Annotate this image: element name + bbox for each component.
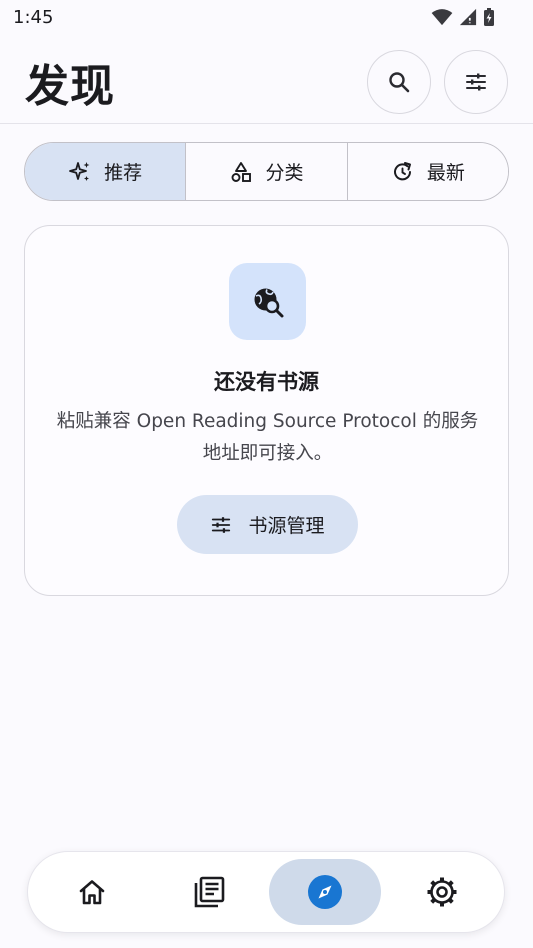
sparkle-icon bbox=[69, 161, 90, 181]
empty-state-icon-container bbox=[229, 263, 306, 340]
source-management-label: 书源管理 bbox=[248, 515, 325, 537]
tab-label: 最新 bbox=[426, 162, 465, 184]
status-time: 1:45 bbox=[13, 7, 54, 28]
tab-latest[interactable]: 最新 bbox=[347, 143, 508, 200]
signal-icon bbox=[459, 8, 477, 26]
refresh-icon bbox=[393, 161, 411, 180]
battery-icon bbox=[484, 8, 494, 26]
nav-discover[interactable] bbox=[269, 859, 381, 925]
gear-icon bbox=[427, 877, 457, 907]
nav-settings[interactable] bbox=[386, 859, 498, 925]
status-icons bbox=[431, 7, 495, 27]
search-icon bbox=[389, 72, 410, 93]
compass-icon bbox=[308, 875, 342, 909]
home-icon bbox=[79, 880, 105, 905]
empty-state-title: 还没有书源 bbox=[214, 370, 319, 394]
library-icon bbox=[194, 876, 225, 908]
discover-tabs: 推荐 分类 最新 bbox=[24, 142, 509, 201]
app-header: 发现 bbox=[0, 36, 533, 124]
search-button[interactable] bbox=[367, 50, 431, 114]
wifi-icon bbox=[431, 9, 453, 26]
status-bar: 1:45 bbox=[0, 0, 533, 36]
nav-library[interactable] bbox=[153, 859, 265, 925]
tune-icon bbox=[466, 73, 486, 91]
filter-settings-button[interactable] bbox=[444, 50, 508, 114]
tab-recommended[interactable]: 推荐 bbox=[25, 143, 187, 200]
empty-state-card: 还没有书源 粘贴兼容 Open Reading Source Protocol … bbox=[24, 225, 509, 596]
tab-categories[interactable]: 分类 bbox=[186, 143, 348, 200]
shapes-icon bbox=[232, 161, 252, 182]
travel-explore-icon bbox=[254, 288, 283, 317]
nav-home[interactable] bbox=[36, 859, 148, 925]
tab-label: 推荐 bbox=[104, 162, 143, 184]
tune-icon bbox=[212, 516, 231, 533]
discover-page: 1:45 发现 推荐 分类 最新 还没有书源 粘贴兼容 Open Reading… bbox=[0, 0, 533, 948]
tab-label: 分类 bbox=[265, 162, 304, 184]
bottom-navigation bbox=[27, 851, 505, 933]
empty-state-description: 粘贴兼容 Open Reading Source Protocol 的服务地址即… bbox=[56, 411, 479, 464]
page-title: 发现 bbox=[25, 61, 115, 112]
source-management-button[interactable]: 书源管理 bbox=[177, 495, 358, 554]
